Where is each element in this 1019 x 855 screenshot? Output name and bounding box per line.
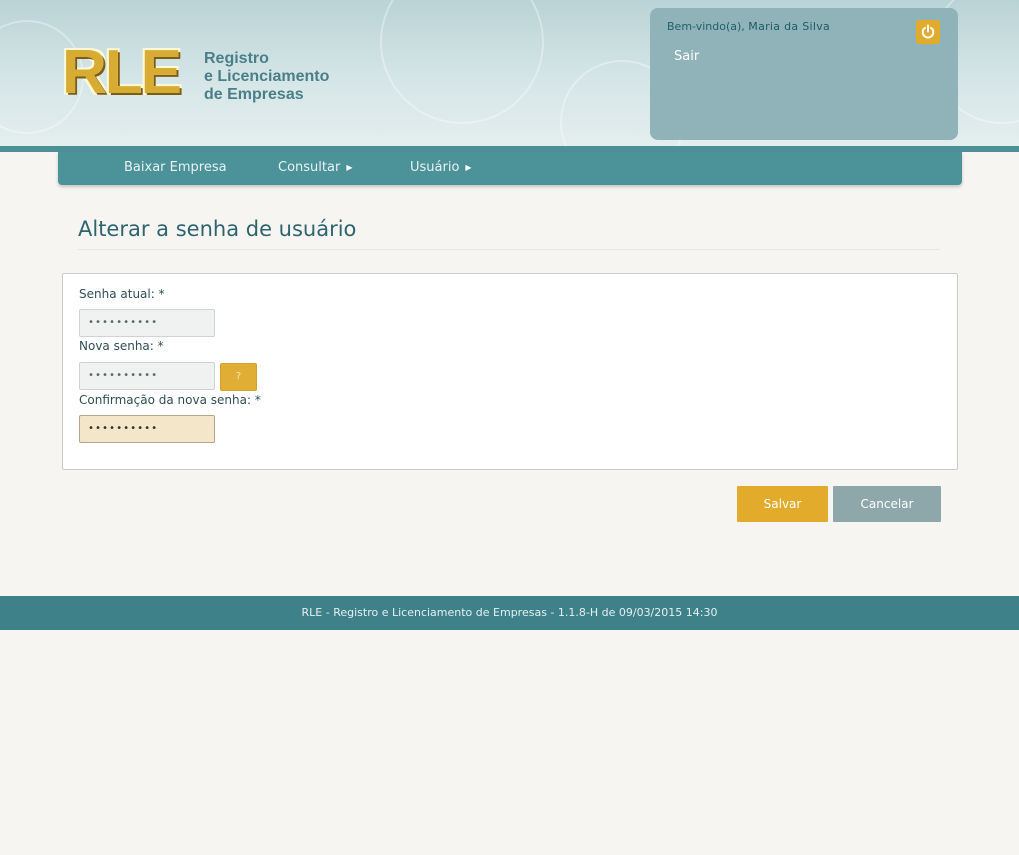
footer: RLE - Registro e Licenciamento de Empres… (0, 596, 1019, 630)
logo-text: Registro e Licenciamento de Empresas (204, 50, 329, 104)
current-password-input[interactable]: •••••••••• (79, 309, 215, 337)
caret-right-icon: ▶ (346, 163, 353, 172)
save-button[interactable]: Salvar (737, 486, 828, 522)
background-decoration (380, 0, 544, 124)
user-name: Maria da Silva (748, 20, 831, 33)
cancel-button[interactable]: Cancelar (833, 486, 941, 522)
nav-item-label: Usuário (410, 160, 460, 175)
power-icon (921, 24, 935, 39)
footer-text: RLE - Registro e Licenciamento de Empres… (301, 606, 718, 619)
new-password-label: Nova senha: * (79, 339, 164, 353)
logout-link[interactable]: Sair (674, 49, 699, 64)
page-title: Alterar a senha de usuário (78, 217, 357, 241)
new-password-input[interactable]: •••••••••• (79, 362, 215, 390)
nav-item-usuario[interactable]: Usuário ▶ (410, 152, 472, 185)
main-nav: Baixar Empresa Consultar ▶ Usuário ▶ (58, 152, 962, 185)
confirm-password-label: Confirmação da nova senha: * (79, 393, 261, 407)
nav-item-label: Baixar Empresa (124, 160, 227, 175)
caret-right-icon: ▶ (465, 163, 472, 172)
title-divider (78, 249, 940, 250)
nav-item-baixar-empresa[interactable]: Baixar Empresa (124, 152, 227, 185)
welcome-message: Bem-vindo(a), Maria da Silva (667, 20, 830, 33)
logo-line: Registro (204, 50, 269, 67)
logo-mark: RLE (62, 38, 182, 107)
user-panel: Bem-vindo(a), Maria da Silva Sair (650, 8, 958, 140)
confirm-password-input[interactable]: •••••••••• (79, 415, 215, 443)
welcome-prefix: Bem-vindo(a), (667, 20, 745, 33)
nav-item-consultar[interactable]: Consultar ▶ (278, 152, 352, 185)
logo-line: e Licenciamento (204, 68, 330, 85)
current-password-label: Senha atual: * (79, 287, 165, 301)
password-form: Senha atual: * •••••••••• Nova senha: * … (62, 273, 958, 470)
header: RLE Registro e Licenciamento de Empresas… (0, 0, 1019, 148)
nav-item-label: Consultar (278, 160, 341, 175)
logout-button[interactable] (916, 20, 940, 44)
password-help-button[interactable]: ? (220, 363, 257, 391)
logo-line: de Empresas (204, 86, 304, 103)
